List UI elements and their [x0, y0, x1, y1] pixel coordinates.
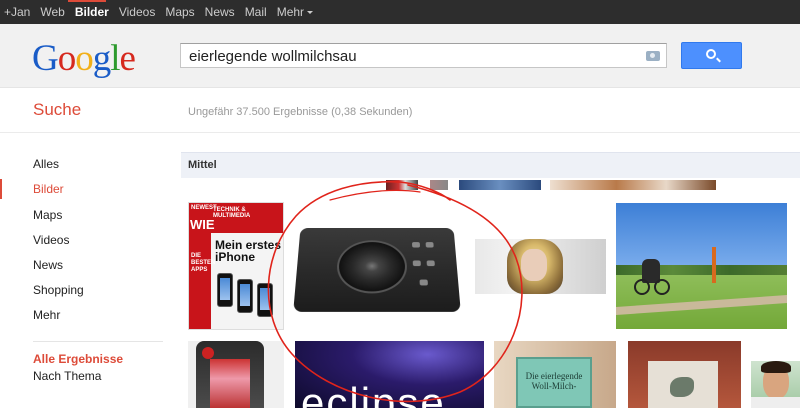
magazine-side-text: DIE BESTEN APPS [191, 253, 216, 273]
jog-wheel [335, 240, 408, 294]
topnav-mail[interactable]: Mail [245, 5, 267, 19]
logo-letter: g [92, 38, 111, 79]
phone-image [237, 279, 253, 313]
card-inner [648, 361, 718, 408]
search-box [180, 43, 667, 68]
knob [411, 242, 421, 248]
hair [761, 361, 791, 373]
image-thumbnail-book[interactable]: Die eierlegende Woll-Milch- [494, 341, 616, 408]
logo-letter: o [75, 38, 93, 79]
eclipse-text: eclipse [301, 379, 446, 408]
sidebar-item-maps[interactable]: Maps [33, 208, 62, 222]
topnav-web[interactable]: Web [40, 5, 64, 19]
sidebar-item-shopping[interactable]: Shopping [33, 283, 84, 297]
topnav-news[interactable]: News [205, 5, 235, 19]
image-thumbnail-dj-deck[interactable] [291, 216, 462, 319]
knob [412, 260, 421, 267]
phone-image [257, 283, 273, 317]
search-input[interactable] [189, 46, 629, 66]
header: Google [0, 24, 800, 88]
subheader: Suche Ungefähr 37.500 Ergebnisse (0,38 S… [0, 89, 800, 133]
book-title: Die eierlegende Woll-Milch- [525, 371, 583, 391]
search-icon [706, 49, 716, 59]
size-filter-bar: Mittel [181, 152, 800, 178]
image-thumbnail-card[interactable] [628, 341, 741, 408]
logo-letter: l [110, 38, 120, 79]
deck-controls [408, 239, 451, 294]
camera-icon[interactable] [646, 51, 660, 61]
search-button[interactable] [681, 42, 742, 69]
book-cover: Die eierlegende Woll-Milch- [516, 357, 592, 408]
image-thumbnail-eclipse[interactable]: eclipse [295, 341, 484, 408]
topnav-bilder[interactable]: Bilder [75, 5, 109, 19]
phone-body [196, 341, 264, 408]
topnav-mehr-label: Mehr [276, 5, 305, 19]
logo-letter: o [57, 38, 76, 79]
marker-pole [712, 247, 716, 283]
wheel [654, 279, 670, 295]
all-results-link[interactable]: Alle Ergebnisse [33, 352, 123, 366]
path [616, 295, 787, 315]
image-thumbnail[interactable] [430, 180, 448, 190]
image-thumbnail-magazine[interactable]: NEWEST TECHNIK & MULTIMEDIA WIE Mein ers… [188, 202, 284, 330]
chevron-down-icon [307, 11, 314, 15]
section-title: Suche [33, 100, 82, 119]
logo-letter: G [32, 38, 59, 79]
by-topic-link[interactable]: Nach Thema [33, 369, 101, 383]
magazine-brand: TECHNIK & MULTIMEDIA [213, 207, 251, 219]
phone-screen [210, 359, 250, 408]
sidebar-item-news[interactable]: News [33, 258, 63, 272]
top-nav: +Jan Web Bilder Videos Maps News Mail Me… [4, 0, 323, 24]
knob [425, 242, 434, 248]
phone-image [217, 273, 233, 307]
size-filter-label: Mittel [188, 159, 217, 171]
phone-button [202, 347, 214, 359]
sidebar-item-mehr[interactable]: Mehr [33, 308, 60, 322]
sidebar-item-bilder[interactable]: Bilder [33, 182, 64, 196]
image-thumbnail-cyclist[interactable] [616, 203, 787, 329]
image-thumbnail[interactable] [459, 180, 541, 190]
image-thumbnail[interactable] [386, 180, 418, 190]
sidebar-item-videos[interactable]: Videos [33, 233, 69, 247]
divider [33, 341, 163, 342]
image-thumbnail-man[interactable] [751, 361, 800, 408]
shirt [751, 397, 800, 408]
image-thumbnail-phone[interactable] [188, 341, 284, 408]
logo-letter: e [119, 38, 136, 79]
sidebar-item-alles[interactable]: Alles [33, 157, 59, 171]
wheel [634, 279, 650, 295]
face [521, 249, 547, 281]
topnav-plus[interactable]: +Jan [4, 5, 30, 19]
deck-body [293, 227, 461, 312]
google-logo[interactable]: Google [32, 37, 136, 80]
image-thumbnail-woman[interactable] [475, 239, 606, 294]
topnav-videos[interactable]: Videos [119, 5, 155, 19]
topnav-mehr[interactable]: Mehr [276, 5, 314, 19]
magazine-big-text: WIE [190, 217, 215, 232]
topnav-maps[interactable]: Maps [165, 5, 194, 19]
active-nav-marker [0, 179, 2, 199]
image-thumbnail[interactable] [550, 180, 716, 190]
figure [670, 377, 694, 397]
result-stats: Ungefähr 37.500 Ergebnisse (0,38 Sekunde… [188, 106, 413, 118]
top-bar: +Jan Web Bilder Videos Maps News Mail Me… [0, 0, 800, 24]
knob [419, 279, 428, 286]
knob [426, 260, 435, 267]
magazine-headline: Mein erstes iPhone [215, 238, 282, 264]
